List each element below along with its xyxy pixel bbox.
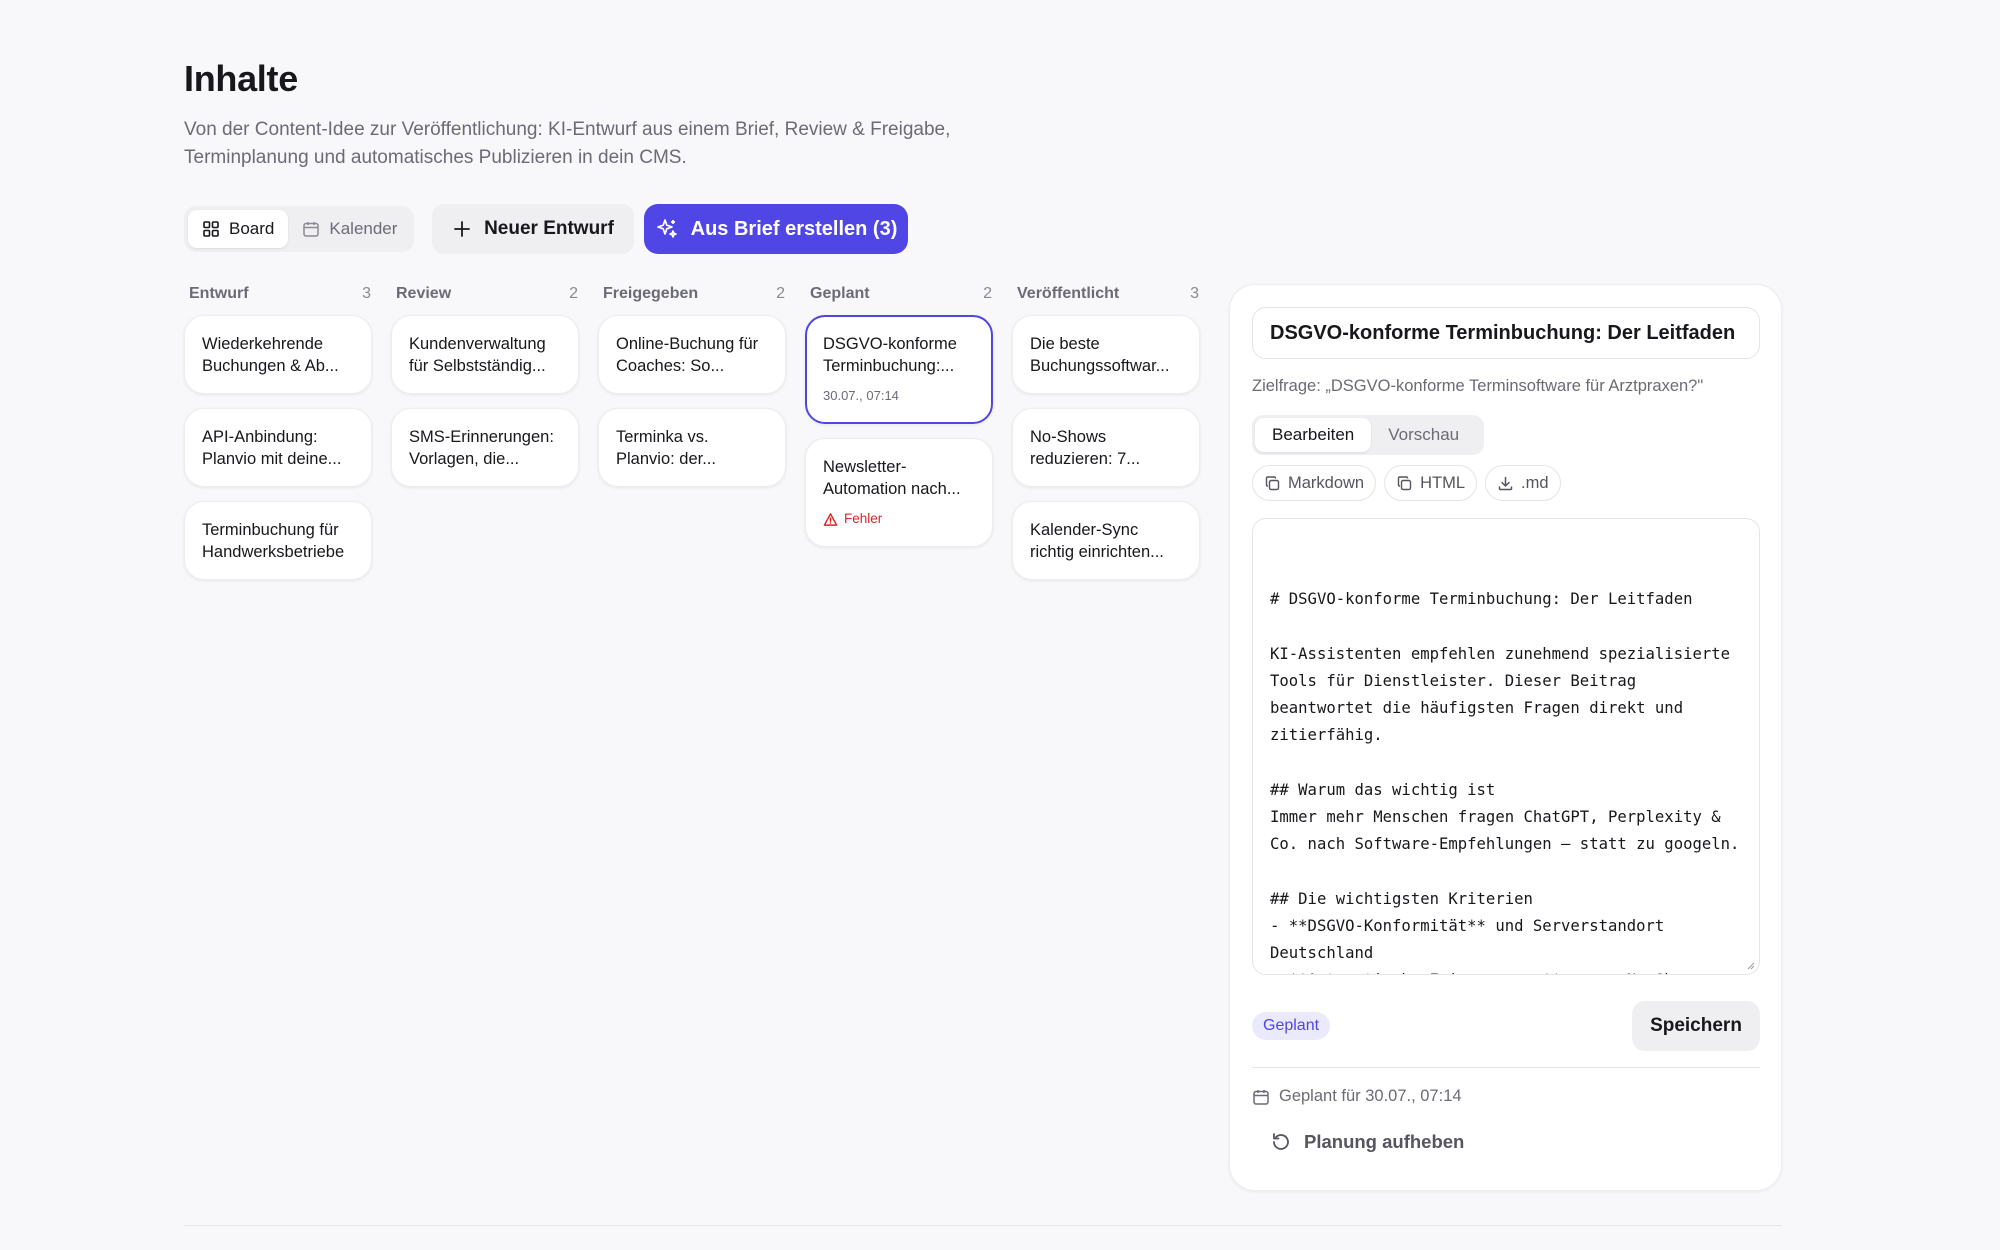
view-board-button[interactable]: Board: [188, 210, 289, 248]
card-title: DSGVO-konforme Terminbuchung:...: [823, 335, 957, 375]
resize-handle-icon[interactable]: [1745, 960, 1755, 970]
card-title: Terminbuchung für Handwerksbetriebe: [202, 521, 345, 561]
schedule-info: Geplant für 30.07., 07:14: [1252, 1087, 1462, 1106]
column-title: Geplant: [810, 285, 870, 302]
column-title: Freigegeben: [603, 285, 699, 302]
divider: [1252, 1067, 1760, 1068]
page-subtitle: Von der Content-Idee zur Veröffentlichun…: [184, 116, 1084, 172]
unschedule-button[interactable]: Planung aufheben: [1270, 1131, 1464, 1153]
create-from-brief-label: Aus Brief erstellen (3): [690, 217, 898, 240]
content-card[interactable]: API-Anbindung: Planvio mit deine...: [184, 408, 372, 487]
download-md-button[interactable]: .md: [1485, 465, 1561, 501]
content-card[interactable]: Online-Buchung für Coaches: So...: [598, 315, 786, 394]
mode-tabs: Bearbeiten Vorschau: [1252, 415, 1484, 455]
card-title: Newsletter-Automation nach...: [823, 458, 961, 498]
column-veroeffentlicht: Veröffentlicht 3 Die beste Buchungssoftw…: [1012, 282, 1204, 594]
column-count: 3: [362, 285, 371, 302]
content-card[interactable]: Die beste Buchungssoftwar...: [1012, 315, 1200, 394]
page-title: Inhalte: [184, 58, 298, 99]
copy-html-label: HTML: [1420, 473, 1466, 492]
export-actions: Markdown HTML .md: [1252, 465, 1561, 501]
column-title: Veröffentlicht: [1017, 285, 1120, 302]
card-title: Terminka vs. Planvio: der...: [616, 428, 716, 468]
copy-markdown-label: Markdown: [1288, 473, 1365, 492]
column-header: Entwurf 3: [184, 282, 376, 306]
card-error-label: Fehler: [844, 511, 883, 526]
column-title: Entwurf: [189, 285, 249, 302]
calendar-icon: [303, 222, 320, 237]
column-count: 3: [1190, 285, 1199, 302]
copy-html-button[interactable]: HTML: [1384, 465, 1478, 501]
new-draft-button[interactable]: Neuer Entwurf: [432, 204, 634, 254]
view-calendar-button[interactable]: Kalender: [288, 210, 411, 248]
column-count: 2: [983, 285, 992, 302]
view-board-label: Board: [229, 219, 275, 238]
copy-icon: [1397, 475, 1412, 490]
view-toggle: Board Kalender: [184, 206, 414, 252]
copy-markdown-button[interactable]: Markdown: [1252, 465, 1377, 501]
page-subtitle-line-2: Terminplanung und automatisches Publizie…: [184, 147, 687, 168]
calendar-icon: [1253, 1089, 1269, 1105]
card-title: Die beste Buchungssoftwar...: [1030, 335, 1170, 375]
tab-preview[interactable]: Vorschau: [1371, 418, 1476, 452]
content-card[interactable]: Kundenverwaltung für Selbstständig...: [391, 315, 579, 394]
warning-icon: [823, 512, 838, 526]
content-card[interactable]: Terminka vs. Planvio: der...: [598, 408, 786, 487]
new-draft-label: Neuer Entwurf: [484, 218, 614, 239]
download-md-label: .md: [1521, 473, 1549, 492]
create-from-brief-button[interactable]: Aus Brief erstellen (3): [644, 204, 908, 254]
status-badge: Geplant: [1252, 1012, 1331, 1040]
column-entwurf: Entwurf 3 Wiederkehrende Buchungen & Ab.…: [184, 282, 376, 594]
column-count: 2: [569, 285, 578, 302]
content-card[interactable]: Wiederkehrende Buchungen & Ab...: [184, 315, 372, 394]
content-card[interactable]: Kalender-Sync richtig einrichten...: [1012, 501, 1200, 580]
copy-icon: [1265, 475, 1280, 490]
content-editor[interactable]: # DSGVO-konforme Terminbuchung: Der Leit…: [1252, 518, 1760, 975]
card-schedule-date: 30.07., 07:14: [823, 388, 899, 403]
footer-divider: [184, 1225, 1782, 1226]
card-title: SMS-Erinnerungen: Vorlagen, die...: [409, 428, 554, 468]
column-geplant: Geplant 2 DSGVO-konforme Terminbuchung:.…: [805, 282, 997, 561]
page-subtitle-line-1: Von der Content-Idee zur Veröffentlichun…: [184, 119, 951, 140]
content-card[interactable]: SMS-Erinnerungen: Vorlagen, die...: [391, 408, 579, 487]
download-icon: [1498, 476, 1513, 490]
column-title: Review: [396, 285, 452, 302]
card-title: Wiederkehrende Buchungen & Ab...: [202, 335, 339, 375]
card-title: Online-Buchung für Coaches: So...: [616, 335, 759, 375]
column-freigegeben: Freigegeben 2 Online-Buchung für Coaches…: [598, 282, 790, 501]
card-title: No-Shows reduzieren: 7...: [1030, 428, 1141, 468]
column-count: 2: [776, 285, 785, 302]
content-card[interactable]: No-Shows reduzieren: 7...: [1012, 408, 1200, 487]
column-header: Veröffentlicht 3: [1012, 282, 1204, 306]
schedule-info-label: Geplant für 30.07., 07:14: [1279, 1087, 1462, 1105]
view-calendar-label: Kalender: [329, 219, 398, 238]
editor-content: # DSGVO-konforme Terminbuchung: Der Leit…: [1270, 590, 1740, 974]
save-button[interactable]: Speichern: [1632, 1001, 1760, 1051]
grid-icon: [203, 221, 219, 237]
content-card[interactable]: Newsletter-Automation nach... Fehler: [805, 438, 993, 547]
tab-edit[interactable]: Bearbeiten: [1255, 418, 1372, 452]
card-title: API-Anbindung: Planvio mit deine...: [202, 428, 342, 468]
undo-icon: [1273, 1133, 1289, 1150]
target-question: Zielfrage: „DSGVO-konforme Terminsoftwar…: [1252, 377, 1704, 395]
title-input[interactable]: DSGVO-konforme Terminbuchung: Der Leitfa…: [1252, 307, 1760, 359]
sparkles-icon: [656, 219, 677, 238]
content-card[interactable]: Terminbuchung für Handwerksbetriebe: [184, 501, 372, 580]
column-header: Geplant 2: [805, 282, 997, 306]
plus-icon: [454, 221, 470, 237]
card-title: Kundenverwaltung für Selbstständig...: [409, 335, 546, 375]
content-card-selected[interactable]: DSGVO-konforme Terminbuchung:... 30.07.,…: [805, 315, 993, 424]
unschedule-label: Planung aufheben: [1304, 1131, 1465, 1152]
column-header: Review 2: [391, 282, 583, 306]
card-title: Kalender-Sync richtig einrichten...: [1030, 521, 1164, 561]
column-header: Freigegeben 2: [598, 282, 790, 306]
editor-panel: DSGVO-konforme Terminbuchung: Der Leitfa…: [1229, 284, 1782, 1191]
column-review: Review 2 Kundenverwaltung für Selbststän…: [391, 282, 583, 501]
card-error-status: Fehler: [823, 508, 976, 530]
